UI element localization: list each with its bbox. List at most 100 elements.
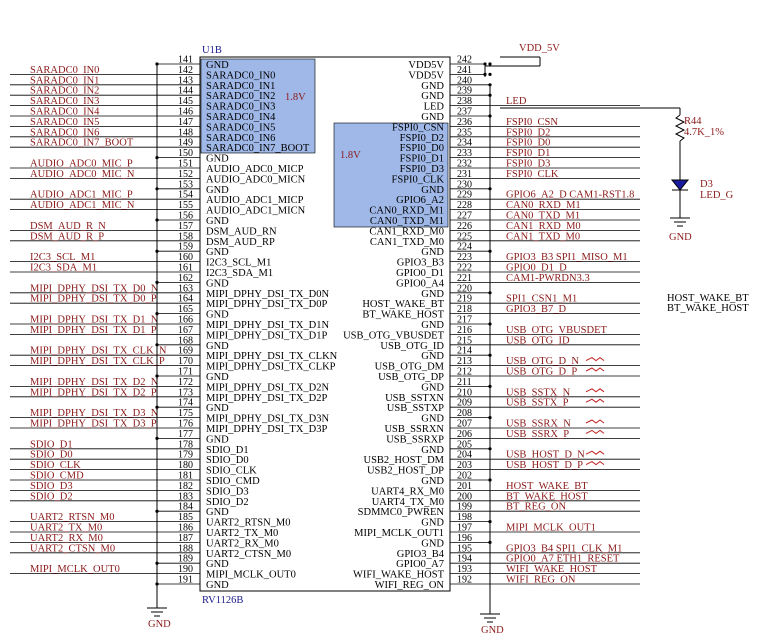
pin-name: USB_SSTXN bbox=[385, 393, 444, 404]
pin-name: DSM_AUD_RP bbox=[206, 237, 275, 248]
pin-number: 151 bbox=[178, 159, 193, 170]
pin-name: CAN0_RXD_M1 bbox=[369, 206, 444, 217]
pin-number: 157 bbox=[178, 221, 193, 232]
net-label: MIPI_DPHY_DSI_TX_CLK_N bbox=[30, 346, 167, 357]
pin-name: GND bbox=[421, 538, 444, 549]
pin-name: MIPI_MCLK_OUT0 bbox=[206, 570, 296, 581]
pin-number: 204 bbox=[457, 450, 472, 461]
pin-number: 158 bbox=[178, 231, 193, 242]
net-label: MIPI_DPHY_DSI_TX_D1_P bbox=[30, 325, 157, 336]
pin-number: 206 bbox=[457, 429, 472, 440]
pin-number: 142 bbox=[178, 65, 193, 76]
gnd-label-led: GND bbox=[669, 232, 692, 243]
pin-number: 184 bbox=[178, 502, 193, 513]
right-pin-204: 204 USB2_HOST_DM USB_HOST_D_N bbox=[363, 450, 640, 466]
net-label: CAN0_RXD_M1 bbox=[506, 200, 581, 211]
diff-pair-marker-icon bbox=[585, 356, 605, 362]
pin-name: GND bbox=[206, 60, 229, 71]
pin-number: 191 bbox=[178, 575, 193, 586]
diff-pair-marker-icon bbox=[585, 388, 605, 393]
net-label: MIPI_DPHY_DSI_TX_D2_N bbox=[30, 377, 159, 388]
pin-name: GND bbox=[206, 372, 229, 383]
pin-number: 154 bbox=[178, 190, 193, 201]
pin-number: 217 bbox=[457, 315, 472, 326]
pin-name: SARADC0_IN5 bbox=[206, 122, 275, 133]
net-label: SDIO_CLK bbox=[30, 460, 81, 471]
net-label: UART2_TX_M0 bbox=[30, 523, 102, 534]
pin-name: VDD5V bbox=[408, 70, 444, 81]
pin-number: 209 bbox=[457, 398, 472, 409]
pin-name: MIPI_DPHY_DSI_TX_D3P bbox=[206, 424, 328, 435]
pin-number: 181 bbox=[178, 471, 193, 482]
pin-number: 186 bbox=[178, 523, 193, 534]
net-label: AUDIO_ADC1_MIC_P bbox=[30, 190, 133, 201]
diode-ref: D3 bbox=[700, 179, 713, 190]
pin-name: GND bbox=[206, 403, 229, 414]
net-label: SDIO_D3 bbox=[30, 481, 73, 492]
pin-name: I2C3_SDA_M1 bbox=[206, 268, 273, 279]
pin-number: 146 bbox=[178, 107, 193, 118]
pin-number: 202 bbox=[457, 471, 472, 482]
net-label: USB_SSTX_P bbox=[506, 398, 569, 409]
pin-name: FSPI0_CLK bbox=[391, 174, 444, 185]
pin-number: 232 bbox=[457, 159, 472, 170]
pin-name: SDMMC0_PWREN bbox=[358, 507, 445, 518]
pin-name: FSPI0_D3 bbox=[400, 164, 444, 175]
pin-number: 207 bbox=[457, 419, 472, 430]
pin-number: 182 bbox=[178, 481, 193, 492]
schematic: U1B RV1126B 1.8V 1.8V 141 GND 142 SARADC0_I… bbox=[10, 43, 749, 636]
pin-name: SARADC0_IN1 bbox=[206, 81, 275, 92]
net-label: DSM_AUD_R_P bbox=[30, 231, 104, 242]
net-label: SARADC0_IN6 bbox=[30, 127, 99, 138]
net-label: CAN1_RXD_M0 bbox=[506, 221, 581, 232]
net-label: BT_REG_ON bbox=[506, 502, 567, 513]
net-label: USB_OTG_VBUSDET bbox=[506, 325, 608, 336]
pin-name: USB_SSRXP bbox=[386, 434, 444, 445]
pin-name: SARADC0_IN4 bbox=[206, 112, 276, 123]
pin-name: AUDIO_ADC1_MICN bbox=[206, 206, 306, 217]
pin-name: GND bbox=[206, 310, 229, 321]
pin-number: 213 bbox=[457, 356, 472, 367]
right-pin-219: 219 HOST_WAKE_BT SPI1_CSN1_M1 bbox=[362, 294, 640, 310]
pin-name: UART2_TX_M0 bbox=[206, 528, 278, 539]
pin-number: 155 bbox=[178, 200, 193, 211]
pin-number: 173 bbox=[178, 387, 193, 398]
pin-number: 143 bbox=[178, 75, 193, 86]
pin-number: 149 bbox=[178, 138, 193, 149]
pin-name: GND bbox=[206, 507, 229, 518]
net-label: SARADC0_IN7_BOOT bbox=[30, 138, 134, 149]
pin-name: GND bbox=[421, 185, 444, 196]
net-label: USB_HOST_D_P bbox=[506, 460, 583, 471]
pin-name: UART4_RX_M0 bbox=[371, 486, 444, 497]
pin-name: SARADC0_IN7_BOOT bbox=[206, 143, 310, 154]
pin-number: 227 bbox=[457, 211, 472, 222]
pin-number: 164 bbox=[178, 294, 193, 305]
pin-name: GPIO3_B4 bbox=[397, 549, 445, 560]
pin-number: 198 bbox=[457, 512, 472, 523]
net-label: MIPI_DPHY_DSI_TX_D0_N bbox=[30, 283, 159, 294]
pin-name: GND bbox=[421, 289, 444, 300]
pin-name: SDIO_D3 bbox=[206, 486, 249, 497]
ground-symbol-led bbox=[670, 217, 690, 227]
pin-number: 162 bbox=[178, 273, 193, 284]
pin-number: 150 bbox=[178, 148, 193, 159]
pin-name: MIPI_DPHY_DSI_TX_D1P bbox=[206, 330, 328, 341]
pin-number: 165 bbox=[178, 304, 193, 315]
pin-number: 189 bbox=[178, 554, 193, 565]
net-label: WIFI_REG_ON bbox=[506, 575, 576, 586]
net-label: MIPI_DPHY_DSI_TX_D2_P bbox=[30, 387, 157, 398]
net-label: GPIO0_D1_D bbox=[506, 263, 567, 274]
pin-number: 171 bbox=[178, 367, 193, 378]
pin-name: USB2_HOST_DP bbox=[367, 466, 444, 477]
net-label: MIPI_DPHY_DSI_TX_D3_N bbox=[30, 408, 159, 419]
pin-number: 180 bbox=[178, 460, 193, 471]
pin-number: 218 bbox=[457, 304, 472, 315]
pin-name: SARADC0_IN6 bbox=[206, 133, 275, 144]
net-label: GPIO6_A2_D CAM1-RST1.8 bbox=[506, 190, 634, 201]
pin-name: DSM_AUD_RN bbox=[206, 226, 277, 237]
pin-number: 169 bbox=[178, 346, 193, 357]
pin-name: USB_OTG_DM bbox=[375, 362, 445, 373]
pin-name: AUDIO_ADC1_MICP bbox=[206, 195, 304, 206]
diff-pair-marker-icon bbox=[585, 429, 605, 435]
net-label: FSPI0_D0 bbox=[506, 138, 550, 149]
